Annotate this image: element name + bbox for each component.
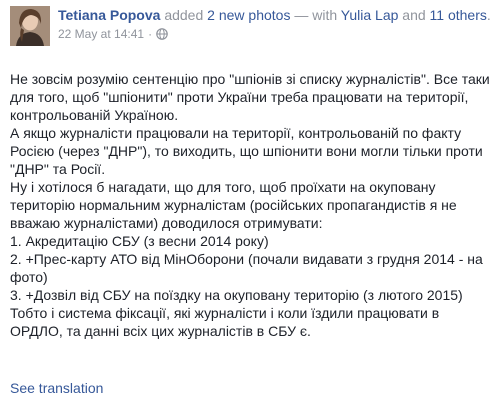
post-header: Tetiana Popova added 2 new photos — with… — [58, 6, 498, 42]
meta-separator: · — [148, 27, 153, 41]
post-headline: Tetiana Popova added 2 new photos — with… — [58, 6, 498, 24]
with-text: — with — [294, 7, 338, 23]
post-list-item: 2. +Прес-карту АТО від МінОборони (почал… — [10, 251, 483, 285]
headline-period: . — [486, 7, 491, 23]
post-body: Не зовсім розумію сентенцію про "шпіонів… — [10, 70, 494, 340]
post-meta: 22 May at 14:41 · — [58, 26, 498, 42]
post-timestamp[interactable]: 22 May at 14:41 — [58, 26, 144, 42]
action-text: added — [164, 7, 204, 23]
post-list-item: 1. Акредитацію СБУ (з весни 2014 року) — [10, 233, 269, 249]
others-link[interactable]: 11 others — [430, 7, 487, 23]
photos-link[interactable]: 2 new photos — [207, 7, 290, 23]
tagged-person-link[interactable]: Yulia Lap — [341, 7, 399, 23]
post-paragraph: Ну і хотілося б нагадати, що для того, щ… — [10, 179, 457, 231]
post-paragraph: А якщо журналісти працювали на території… — [10, 125, 483, 177]
avatar[interactable] — [10, 6, 50, 46]
post-card: Tetiana Popova added 2 new photos — with… — [0, 0, 503, 404]
post-paragraph: Тобто і система фіксації, які журналісти… — [10, 305, 440, 339]
and-text: and — [402, 7, 426, 23]
author-name-link[interactable]: Tetiana Popova — [58, 7, 160, 23]
post-paragraph: Не зовсім розумію сентенцію про "шпіонів… — [10, 71, 490, 123]
post-list-item: 3. +Дозвіл від СБУ на поїздку на окупова… — [10, 287, 463, 303]
globe-icon[interactable] — [156, 28, 168, 40]
see-translation-link[interactable]: See translation — [10, 379, 103, 397]
profile-photo-icon — [10, 6, 50, 46]
